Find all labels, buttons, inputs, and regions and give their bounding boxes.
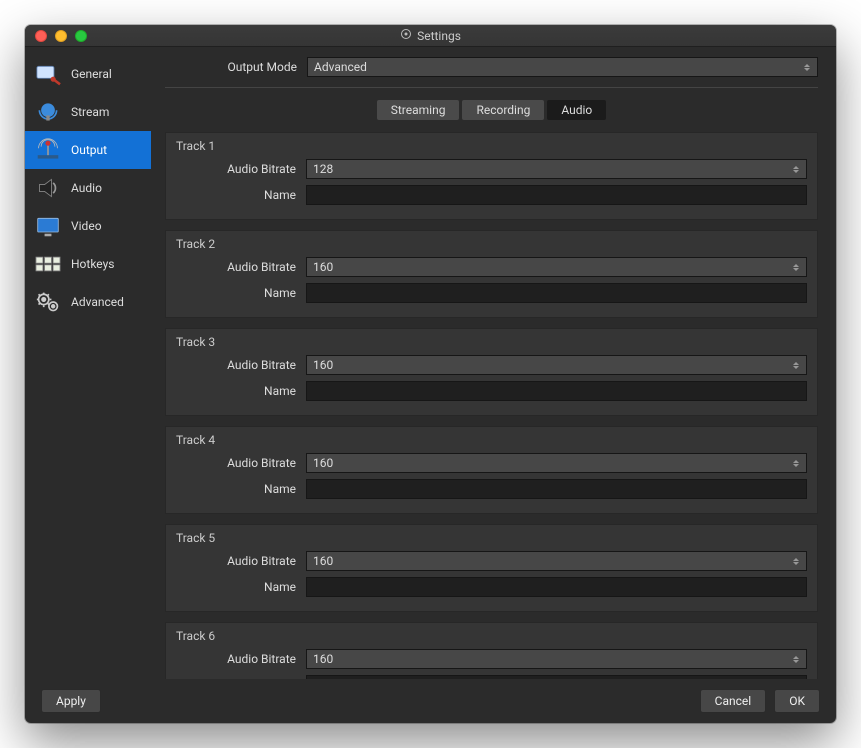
bitrate-stepper[interactable]: 128 — [306, 159, 807, 179]
ok-button[interactable]: OK — [774, 689, 820, 713]
output-mode-label: Output Mode — [165, 60, 297, 74]
output-mode-value: Advanced — [314, 60, 367, 74]
bitrate-value: 160 — [313, 652, 333, 666]
bitrate-label: Audio Bitrate — [176, 456, 296, 470]
bitrate-label: Audio Bitrate — [176, 260, 296, 274]
sidebar-item-label: Audio — [71, 181, 102, 195]
name-input[interactable] — [306, 675, 807, 679]
track-title: Track 3 — [176, 335, 807, 349]
name-label: Name — [176, 286, 296, 300]
name-input[interactable] — [306, 577, 807, 597]
audio-icon — [33, 174, 63, 202]
bitrate-label: Audio Bitrate — [176, 554, 296, 568]
titlebar: Settings — [25, 25, 836, 47]
cancel-button[interactable]: Cancel — [700, 689, 767, 713]
bitrate-value: 160 — [313, 456, 333, 470]
tab-streaming[interactable]: Streaming — [377, 100, 460, 120]
sidebar-item-label: Video — [71, 219, 102, 233]
bitrate-stepper[interactable]: 160 — [306, 649, 807, 669]
name-label: Name — [176, 188, 296, 202]
tab-audio[interactable]: Audio — [547, 100, 606, 120]
output-mode-select[interactable]: Advanced — [307, 57, 818, 77]
bitrate-value: 160 — [313, 358, 333, 372]
chevron-updown-icon — [790, 258, 802, 276]
separator — [165, 87, 818, 88]
bitrate-stepper[interactable]: 160 — [306, 551, 807, 571]
track-title: Track 5 — [176, 531, 807, 545]
sidebar-item-audio[interactable]: Audio — [25, 169, 151, 207]
chevron-updown-icon — [790, 356, 802, 374]
track-group: Track 6Audio Bitrate160Name — [165, 622, 818, 679]
output-subtabs: Streaming Recording Audio — [165, 100, 818, 120]
chevron-updown-icon — [790, 552, 802, 570]
track-group: Track 5 Audio Bitrate 160 Name — [165, 524, 818, 612]
name-input[interactable] — [306, 185, 807, 205]
track-title: Track 4 — [176, 433, 807, 447]
track-title: Track 2 — [176, 237, 807, 251]
sidebar-item-advanced[interactable]: Advanced — [25, 283, 151, 321]
chevron-updown-icon — [790, 454, 802, 472]
advanced-icon — [33, 288, 63, 316]
bitrate-value: 128 — [313, 162, 333, 176]
sidebar-item-hotkeys[interactable]: Hotkeys — [25, 245, 151, 283]
video-icon — [33, 212, 63, 240]
tab-recording[interactable]: Recording — [462, 100, 544, 120]
track-title: Track 1 — [176, 139, 807, 153]
bitrate-label: Audio Bitrate — [176, 652, 296, 666]
hotkeys-icon — [33, 250, 63, 278]
name-label: Name — [176, 482, 296, 496]
bitrate-stepper[interactable]: 160 — [306, 257, 807, 277]
sidebar-item-output[interactable]: Output — [25, 131, 151, 169]
chevron-updown-icon — [801, 58, 813, 76]
main-panel: Output Mode Advanced Streaming Recording… — [151, 47, 836, 679]
sidebar-item-video[interactable]: Video — [25, 207, 151, 245]
stream-icon — [33, 98, 63, 126]
bitrate-stepper[interactable]: 160 — [306, 355, 807, 375]
sidebar-item-stream[interactable]: Stream — [25, 93, 151, 131]
track-group: Track 4 Audio Bitrate 160 Name — [165, 426, 818, 514]
sidebar-item-label: Hotkeys — [71, 257, 114, 271]
name-input[interactable] — [306, 479, 807, 499]
chevron-updown-icon — [790, 650, 802, 668]
chevron-updown-icon — [790, 160, 802, 178]
sidebar-item-label: Stream — [71, 105, 109, 119]
name-input[interactable] — [306, 381, 807, 401]
app-icon — [400, 28, 412, 43]
sidebar-item-general[interactable]: General — [25, 55, 151, 93]
settings-window: Settings General Stream Output — [25, 25, 836, 723]
name-label: Name — [176, 384, 296, 398]
sidebar-item-label: General — [71, 67, 112, 81]
bitrate-label: Audio Bitrate — [176, 358, 296, 372]
name-input[interactable] — [306, 283, 807, 303]
general-icon — [33, 60, 63, 88]
sidebar-item-label: Advanced — [71, 295, 124, 309]
sidebar: General Stream Output Audio — [25, 47, 151, 679]
bitrate-label: Audio Bitrate — [176, 162, 296, 176]
output-icon — [33, 136, 63, 164]
track-group: Track 3 Audio Bitrate 160 Name — [165, 328, 818, 416]
track-group: Track 1 Audio Bitrate 128 Name — [165, 132, 818, 220]
bitrate-stepper[interactable]: 160 — [306, 453, 807, 473]
track-title: Track 6 — [176, 629, 807, 643]
bitrate-value: 160 — [313, 554, 333, 568]
bitrate-value: 160 — [313, 260, 333, 274]
name-label: Name — [176, 580, 296, 594]
dialog-footer: Apply Cancel OK — [25, 679, 836, 723]
window-title: Settings — [417, 29, 461, 43]
sidebar-item-label: Output — [71, 143, 107, 157]
apply-button[interactable]: Apply — [41, 689, 101, 713]
track-group: Track 2 Audio Bitrate 160 Name — [165, 230, 818, 318]
